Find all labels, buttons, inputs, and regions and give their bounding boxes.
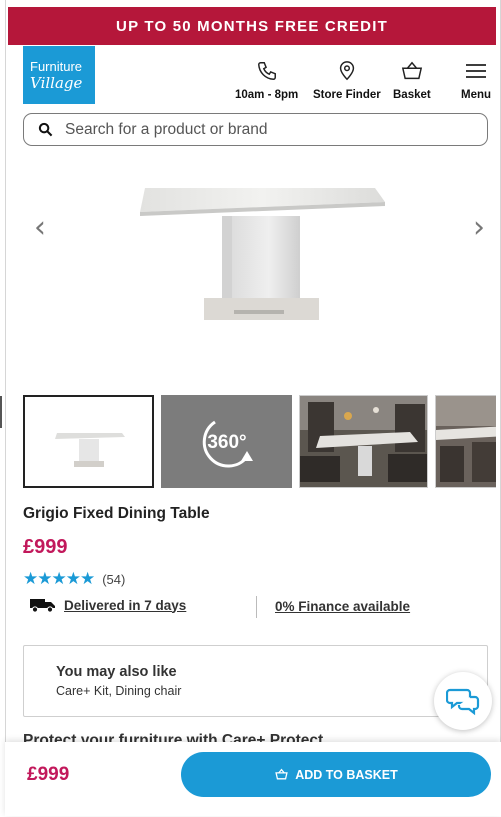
room-scene-image xyxy=(300,396,427,487)
also-like-items: Care+ Kit, Dining chair xyxy=(56,684,182,698)
phone-icon xyxy=(257,62,276,80)
product-price: £999 xyxy=(23,536,68,558)
search-input[interactable] xyxy=(65,120,445,139)
product-title: Grigio Fixed Dining Table xyxy=(23,505,210,522)
thumbnail-room-2[interactable] xyxy=(435,395,496,488)
finance-link[interactable]: 0% Finance available xyxy=(275,599,410,614)
phone-hours-button[interactable]: 10am - 8pm xyxy=(235,60,298,101)
promo-banner[interactable]: UP TO 50 MONTHS FREE CREDIT xyxy=(8,7,496,45)
search-icon xyxy=(38,122,53,137)
room-scene-image-2 xyxy=(436,396,496,487)
hamburger-menu-icon xyxy=(466,64,487,78)
store-finder-label: Store Finder xyxy=(313,89,381,101)
scroll-edge-marker xyxy=(0,396,2,428)
sticky-price: £999 xyxy=(27,764,70,785)
phone-hours-label: 10am - 8pm xyxy=(235,89,299,101)
logo[interactable]: Furniture Village xyxy=(23,46,95,104)
also-like-heading: You may also like xyxy=(56,664,177,680)
promo-text: UP TO 50 MONTHS FREE CREDIT xyxy=(116,17,388,35)
badge-360-label: 360° xyxy=(207,432,246,453)
chat-button[interactable] xyxy=(434,672,492,730)
star-rating-icon: ★★★★★ xyxy=(23,569,95,588)
delivery-truck-icon xyxy=(30,599,55,613)
menu-label: Menu xyxy=(461,89,492,101)
thumbnail-room-1[interactable] xyxy=(299,395,428,488)
basket-button[interactable]: Basket xyxy=(393,60,431,101)
product-rating[interactable]: ★★★★★ (54) xyxy=(23,569,125,589)
basket-icon xyxy=(401,61,422,80)
review-count: (54) xyxy=(102,571,126,587)
add-to-basket-button[interactable]: ADD TO BASKET xyxy=(181,752,491,797)
basket-label: Basket xyxy=(393,89,431,101)
info-divider xyxy=(256,596,257,618)
search-bar[interactable] xyxy=(23,113,488,146)
logo-line-1: Furniture xyxy=(30,58,83,74)
location-pin-icon xyxy=(339,61,355,81)
logo-line-2: Village xyxy=(30,73,83,92)
gallery-prev-arrow[interactable]: ‹ xyxy=(34,210,46,245)
delivery-link[interactable]: Delivered in 7 days xyxy=(64,598,186,613)
store-finder-button[interactable]: Store Finder xyxy=(313,60,381,101)
thumbnail-table-image xyxy=(55,433,125,467)
thumbnail-strip: 360° xyxy=(23,395,496,490)
thumbnail-360[interactable]: 360° xyxy=(161,395,292,488)
rotate-360-icon: 360° xyxy=(202,420,253,468)
thumbnail-1[interactable] xyxy=(23,395,154,488)
chat-bubbles-icon xyxy=(446,688,480,716)
basket-icon-small xyxy=(275,768,288,780)
add-to-basket-label: ADD TO BASKET xyxy=(295,767,398,782)
delivery-info[interactable]: Delivered in 7 days xyxy=(30,597,186,613)
also-like-panel[interactable]: You may also like Care+ Kit, Dining chai… xyxy=(23,645,488,717)
finance-info[interactable]: 0% Finance available xyxy=(275,598,410,616)
menu-button[interactable]: Menu xyxy=(461,60,491,101)
gallery-next-arrow[interactable]: › xyxy=(473,210,485,245)
main-product-image xyxy=(140,188,385,320)
